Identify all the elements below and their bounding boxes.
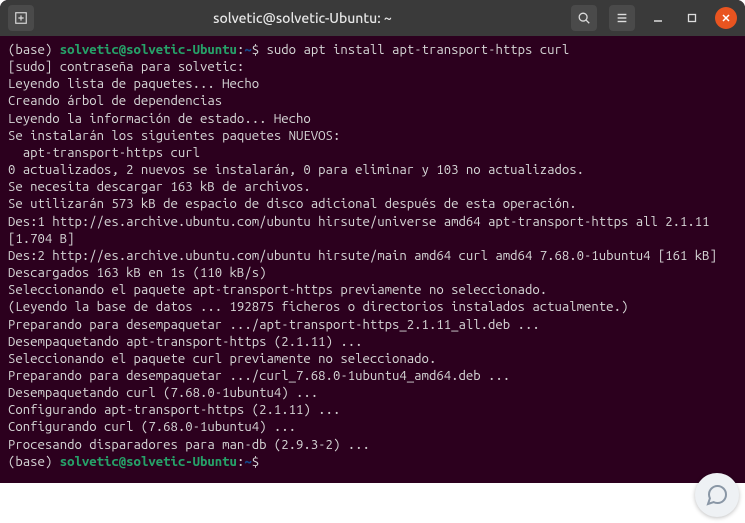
output-line: (Leyendo la base de datos ... 192875 fic… [8,299,737,316]
prompt-line: (base) solvetic@solvetic-Ubuntu:~$ sudo … [8,42,737,59]
output-line: Desempaquetando apt-transport-https (2.1… [8,334,737,351]
output-line: Des:1 http://es.archive.ubuntu.com/ubunt… [8,214,737,248]
close-icon [721,13,731,23]
output-line: Se necesita descargar 163 kB de archivos… [8,179,737,196]
output-line: Configurando apt-transport-https (2.1.11… [8,402,737,419]
prompt-base: (base) [8,455,60,469]
output-line: 0 actualizados, 2 nuevos se instalarán, … [8,162,737,179]
chat-icon [705,483,729,507]
output-line: Leyendo lista de paquetes... Hecho [8,76,737,93]
prompt-dollar: $ [252,455,259,469]
output-line: [sudo] contraseña para solvetic: [8,59,737,76]
new-tab-button[interactable] [8,5,34,31]
menu-button[interactable] [609,5,635,31]
prompt-path: ~ [244,43,251,57]
output-line: Se utilizarán 573 kB de espacio de disco… [8,196,737,213]
search-button[interactable] [571,5,597,31]
maximize-icon [687,13,697,23]
output-line: Preparando para desempaquetar .../apt-tr… [8,317,737,334]
command-text: sudo apt install apt-transport-https cur… [267,43,570,57]
chat-widget-button[interactable] [695,473,739,517]
output-line: Procesando disparadores para man-db (2.9… [8,437,737,454]
minimize-icon [653,13,663,23]
prompt-user: solvetic@solvetic-Ubuntu [60,43,237,57]
maximize-button[interactable] [681,7,703,29]
output-line: Descargados 163 kB en 1s (110 kB/s) [8,265,737,282]
output-line: Seleccionando el paquete apt-transport-h… [8,282,737,299]
prompt-base: (base) [8,43,60,57]
output-line: Des:2 http://es.archive.ubuntu.com/ubunt… [8,248,737,265]
prompt-dollar: $ [252,43,267,57]
output-line: Desempaquetando curl (7.68.0-1ubuntu4) .… [8,385,737,402]
output-line: Configurando curl (7.68.0-1ubuntu4) ... [8,419,737,436]
minimize-button[interactable] [647,7,669,29]
titlebar-left [8,5,34,31]
search-icon [577,11,591,25]
titlebar: solvetic@solvetic-Ubuntu: ~ [0,0,745,36]
terminal-window: solvetic@solvetic-Ubuntu: ~ (base) solve… [0,0,745,483]
plus-icon [14,11,28,25]
prompt-user: solvetic@solvetic-Ubuntu [60,455,237,469]
hamburger-icon [615,11,629,25]
prompt-path: ~ [244,455,251,469]
output-line: Se instalarán los siguientes paquetes NU… [8,128,737,145]
titlebar-right [571,5,737,31]
output-line: apt-transport-https curl [8,145,737,162]
output-line: Seleccionando el paquete curl previament… [8,351,737,368]
output-line: Leyendo la información de estado... Hech… [8,111,737,128]
output-line: Creando árbol de dependencias [8,93,737,110]
output-line: Preparando para desempaquetar .../curl_7… [8,368,737,385]
prompt-line: (base) solvetic@solvetic-Ubuntu:~$ [8,454,737,471]
window-title: solvetic@solvetic-Ubuntu: ~ [42,10,563,26]
close-button[interactable] [715,7,737,29]
terminal-body[interactable]: (base) solvetic@solvetic-Ubuntu:~$ sudo … [0,36,745,483]
